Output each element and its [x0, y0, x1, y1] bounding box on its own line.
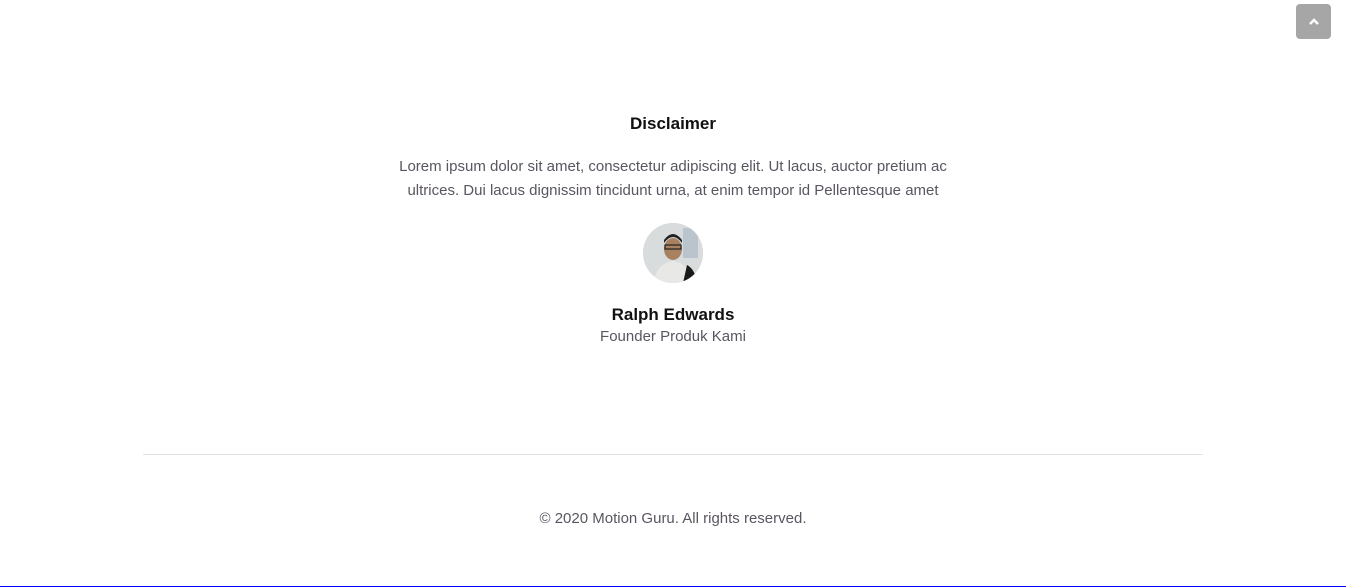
footer-divider: [143, 454, 1203, 455]
avatar: [643, 223, 703, 283]
author-name: Ralph Edwards: [611, 305, 735, 324]
author-role: Founder Produk Kami: [600, 328, 746, 345]
chevron-up-icon: [1308, 17, 1319, 25]
copyright-text: © 2020 Motion Guru. All rights reserved.: [539, 510, 807, 527]
scroll-to-top-button[interactable]: [1296, 4, 1331, 39]
disclaimer-section: Disclaimer Lorem ipsum dolor sit amet, c…: [373, 112, 973, 345]
disclaimer-text: Lorem ipsum dolor sit amet, consectetur …: [399, 158, 947, 199]
disclaimer-title: Disclaimer: [630, 114, 716, 133]
